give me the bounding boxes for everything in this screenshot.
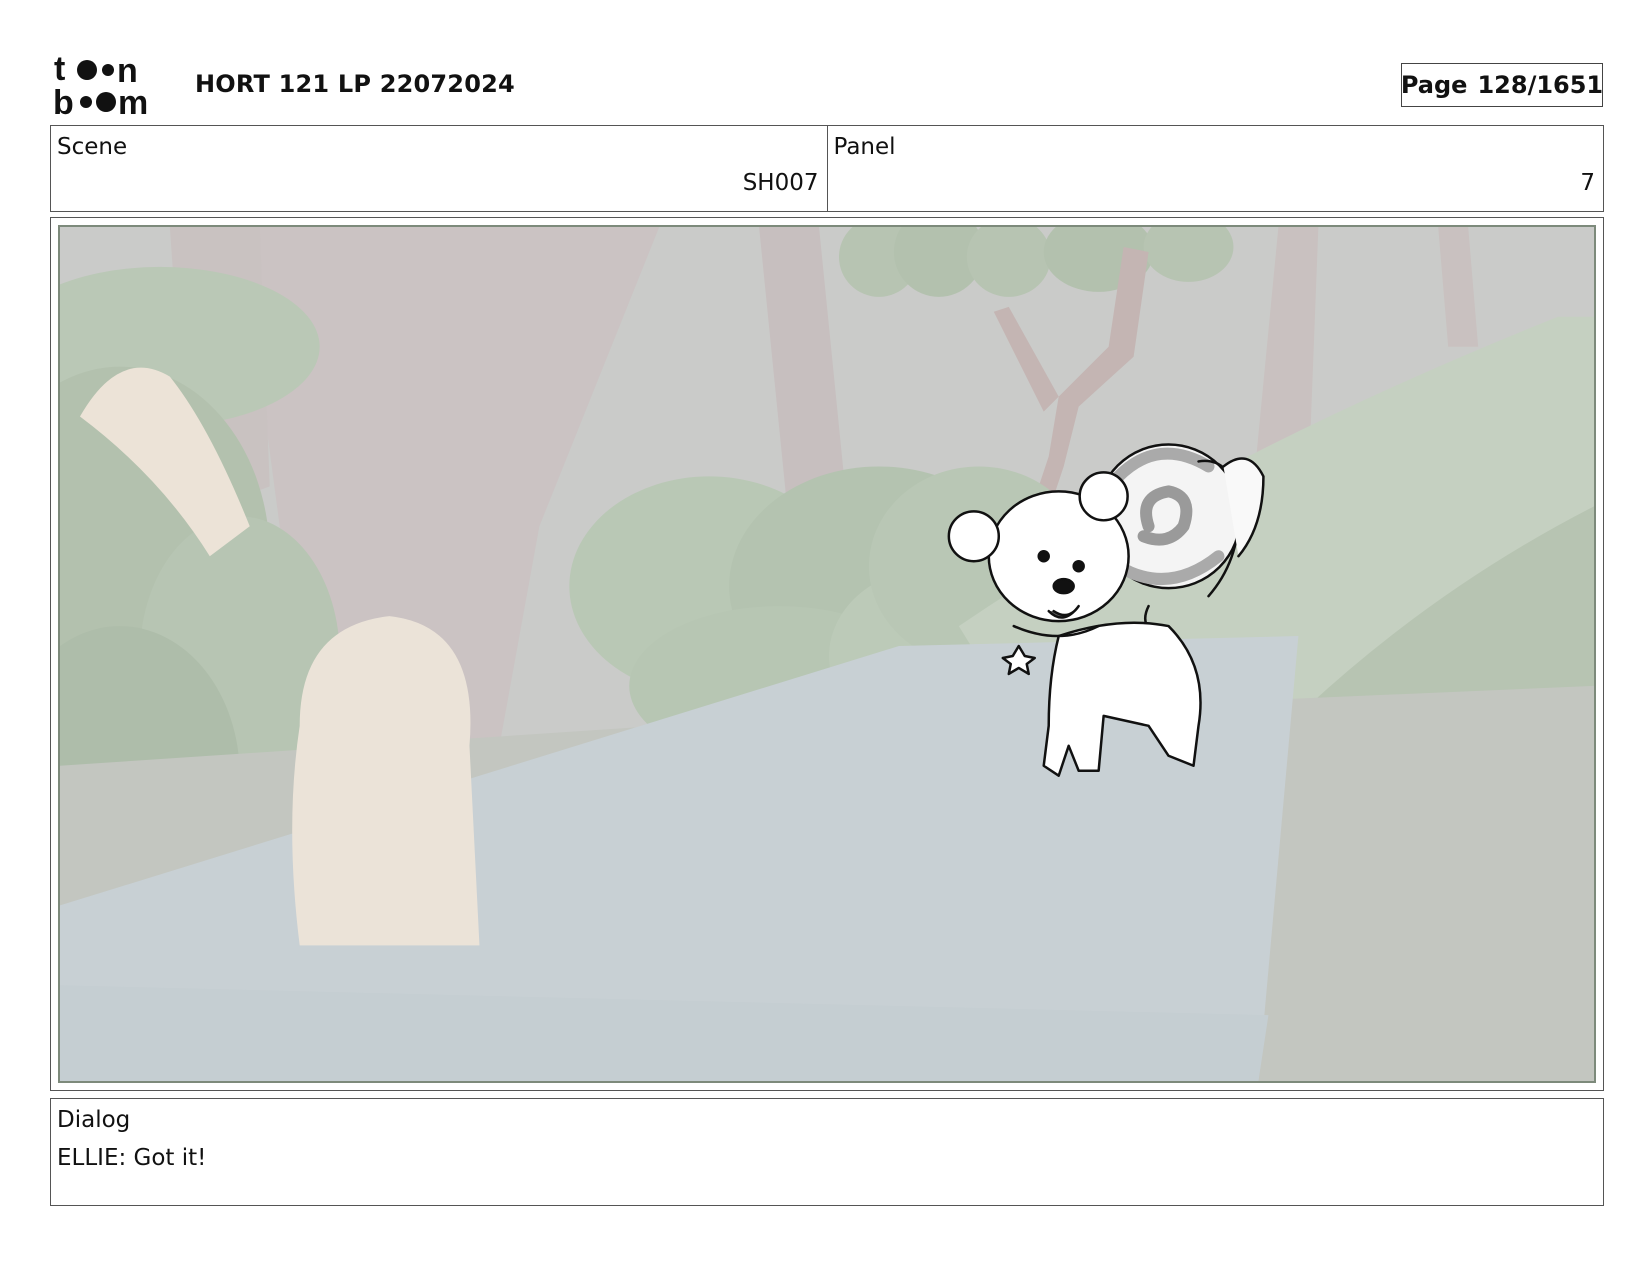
storyboard-panel-image: [58, 225, 1596, 1083]
scene-label: Scene: [57, 134, 128, 160]
scene-panel-row: Scene SH007 Panel 7: [50, 125, 1604, 212]
panel-label: Panel: [833, 134, 896, 160]
svg-text:t: t: [54, 52, 65, 88]
toonboom-logo-icon: t n b m: [53, 50, 174, 122]
panel-image-frame: [50, 217, 1604, 1091]
dialog-label: Dialog: [57, 1107, 131, 1133]
page-label: Page: [1400, 71, 1468, 99]
scene-cell: Scene SH007: [51, 126, 827, 211]
storyboard-page: t n b m HORT 121 LP 22072024 Page 128/16…: [0, 0, 1650, 1275]
scene-value: SH007: [742, 170, 819, 196]
svg-text:m: m: [118, 84, 148, 116]
page-value: 128/1651: [1477, 71, 1604, 99]
document-title: HORT 121 LP 22072024: [195, 70, 515, 98]
dialog-text: ELLIE: Got it!: [57, 1145, 207, 1171]
dialog-box: Dialog ELLIE: Got it!: [50, 1098, 1604, 1206]
panel-value: 7: [1580, 170, 1595, 196]
page-number-box: Page 128/1651: [1401, 63, 1603, 107]
svg-text:b: b: [54, 84, 74, 116]
panel-cell: Panel 7: [826, 126, 1604, 211]
